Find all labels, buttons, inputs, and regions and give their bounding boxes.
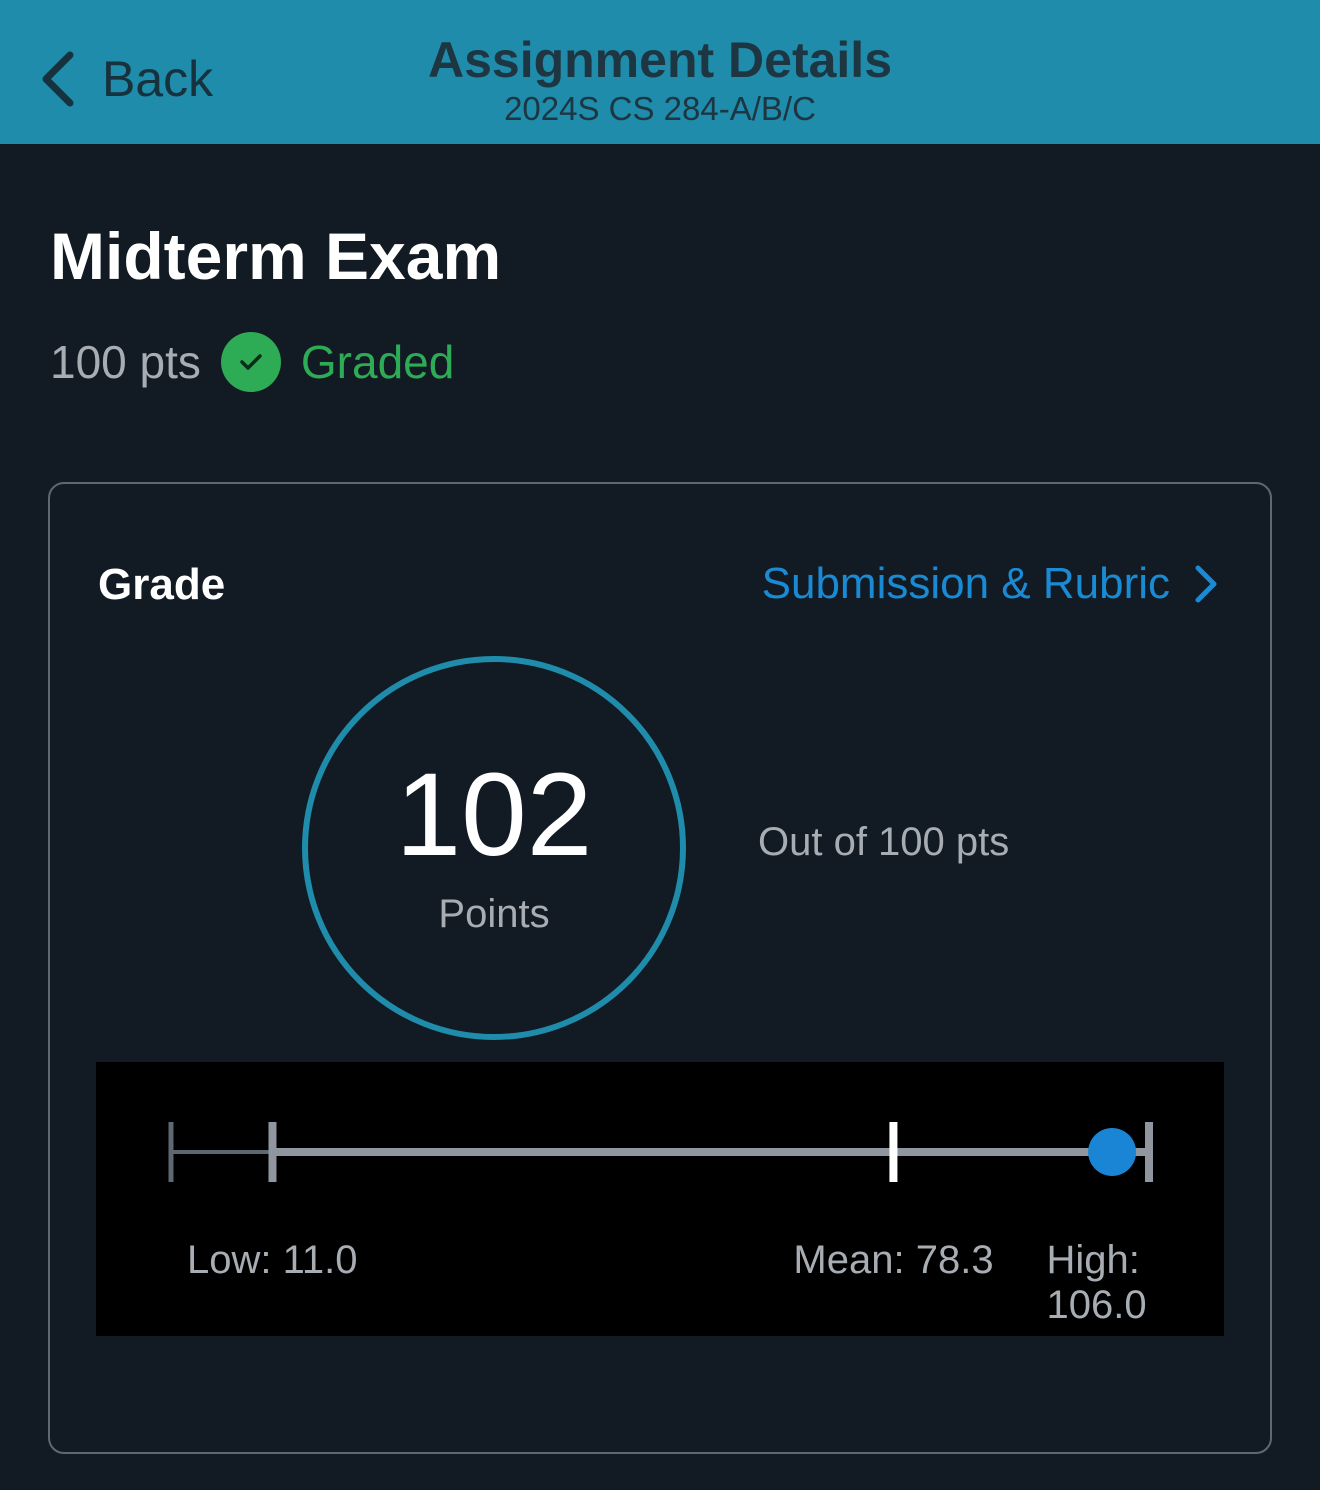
grade-heading: Grade (98, 560, 226, 609)
chevron-right-icon (1195, 565, 1217, 603)
score-unit: Points (438, 892, 550, 936)
course-subtitle: 2024S CS 284-A/B/C (504, 90, 816, 127)
high-stat: High: 106.0 (1046, 1238, 1147, 1327)
score-marker (1088, 1128, 1137, 1176)
assignment-points: 100 pts (50, 336, 201, 388)
score-distribution: Low: 11.0 Mean: 78.3 High: 106.0 (96, 1062, 1224, 1336)
status-badge: Graded (300, 336, 455, 388)
submission-rubric-label: Submission & Rubric (761, 559, 1170, 608)
out-of-label: Out of 100 pts (758, 820, 1010, 864)
submission-rubric-link[interactable]: Submission & Rubric (762, 556, 1220, 612)
assignment-meta: 100 pts Graded (50, 330, 454, 394)
mean-stat: Mean: 78.3 (793, 1238, 994, 1282)
low-stat: Low: 11.0 (186, 1238, 358, 1282)
header-bar: Back Assignment Details 2024S CS 284-A/B… (0, 0, 1320, 144)
score-value: 102 (395, 749, 593, 881)
check-circle-icon (220, 332, 281, 392)
header-title-group: Assignment Details 2024S CS 284-A/B/C (0, 30, 1320, 128)
score-ring: 102 Points (302, 656, 686, 1040)
page-header-title: Assignment Details (427, 32, 892, 88)
grade-card: Grade Submission & Rubric 102 Points Out… (48, 482, 1272, 1454)
assignment-title: Midterm Exam (50, 219, 502, 293)
